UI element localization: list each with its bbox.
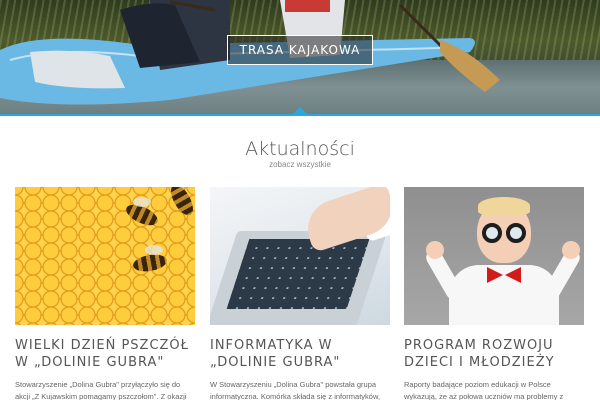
news-card-title[interactable]: WIELKI DZIEŃ PSZCZÓŁ W „DOLINIE GUBRA" [15,337,195,371]
news-card[interactable]: INFORMATYKA W „DOLINIE GUBRA" W Stowarzy… [210,187,390,400]
news-card-title[interactable]: PROGRAM ROZWOJU DZIECI I MŁODZIEŻY [404,337,584,371]
hero-route-button[interactable]: TRASA KAJAKOWA [227,35,373,65]
news-card[interactable]: WIELKI DZIEŃ PSZCZÓŁ W „DOLINIE GUBRA" S… [15,187,195,400]
news-card-excerpt: Raporty badające poziom edukacji w Polsc… [404,380,564,400]
bowtie-graphic [487,267,503,283]
laptop-image[interactable] [210,187,390,325]
boy-with-glasses-image[interactable] [404,187,584,325]
news-card-excerpt: W Stowarzyszeniu „Dolina Gubra" powstała… [210,380,381,400]
glasses-graphic [482,223,502,243]
news-card[interactable]: PROGRAM ROZWOJU DZIECI I MŁODZIEŻY Rapor… [404,187,584,400]
see-all-link[interactable]: zobacz wszystkie [0,160,600,169]
news-card-excerpt: Stowarzyszenie „Dolina Gubra" przyłączył… [15,380,187,400]
hero-accent-line [0,114,600,116]
keyboard-graphic [226,239,370,309]
news-section-title: Aktualności [245,138,355,160]
hero-banner: TRASA KAJAKOWA [0,0,600,116]
news-card-title[interactable]: INFORMATYKA W „DOLINIE GUBRA" [210,337,390,371]
honeycomb-image[interactable] [15,187,195,325]
